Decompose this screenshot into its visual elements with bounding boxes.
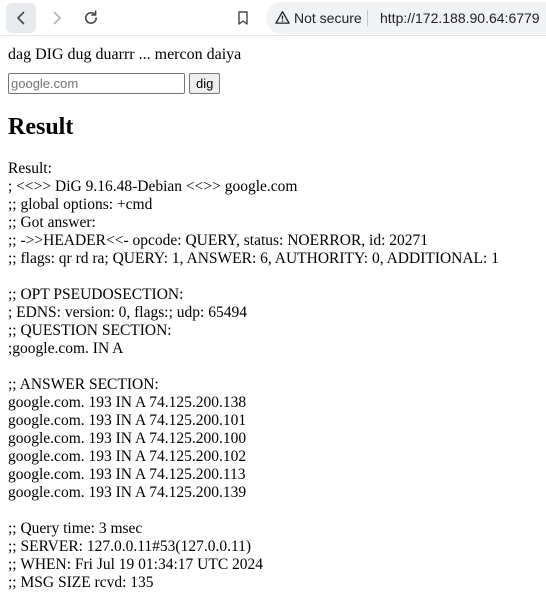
result-line <box>8 502 546 520</box>
result-line: ;; Query time: 3 msec <box>8 520 143 537</box>
result-line: ;; Got answer: <box>8 214 96 231</box>
result-line: ;; global options: +cmd <box>8 196 153 213</box>
arrow-right-icon <box>53 11 61 25</box>
result-line: ;google.com. IN A <box>8 340 124 357</box>
result-line: ;; MSG SIZE rcvd: 135 <box>8 574 154 591</box>
address-separator <box>367 10 368 26</box>
result-line: google.com. 193 IN A 74.125.200.139 <box>8 484 247 501</box>
result-line: google.com. 193 IN A 74.125.200.100 <box>8 430 247 447</box>
result-line: ;; flags: qr rd ra; QUERY: 1, ANSWER: 6,… <box>8 250 499 267</box>
result-line: ;; OPT PSEUDOSECTION: <box>8 286 184 303</box>
domain-input[interactable] <box>8 73 185 94</box>
result-line: google.com. 193 IN A 74.125.200.101 <box>8 412 247 429</box>
result-line: google.com. 193 IN A 74.125.200.113 <box>8 466 246 483</box>
intro-text: dag DIG dug duarrr ... mercon daiya <box>8 46 242 63</box>
result-heading: Result <box>8 114 74 140</box>
reload-button[interactable] <box>76 3 106 33</box>
reload-icon <box>85 10 97 24</box>
bookmark-icon <box>238 11 248 25</box>
bookmark-button[interactable] <box>228 3 258 33</box>
warning-triangle-icon[interactable] <box>275 10 290 25</box>
result-line: google.com. 193 IN A 74.125.200.138 <box>8 394 247 411</box>
dig-form: dig <box>8 73 546 94</box>
forward-button[interactable] <box>42 3 72 33</box>
url-text[interactable]: http://172.188.90.64:6779 <box>380 10 540 26</box>
result-line: ; <<>> DiG 9.16.48-Debian <<>> google.co… <box>8 178 298 195</box>
result-line: ;; ->>HEADER<<- opcode: QUERY, status: N… <box>8 232 429 249</box>
result-line: ; EDNS: version: 0, flags:; udp: 65494 <box>8 304 247 321</box>
result-line: ;; ANSWER SECTION: <box>8 376 159 393</box>
arrow-left-icon <box>17 11 25 25</box>
security-status-label[interactable]: Not secure <box>294 10 362 26</box>
result-line <box>8 358 546 376</box>
page-content: dag DIG dug duarrr ... mercon daiya dig … <box>8 36 546 592</box>
result-output: Result: ; <<>> DiG 9.16.48-Debian <<>> g… <box>8 160 546 592</box>
result-line: ;; QUESTION SECTION: <box>8 322 172 339</box>
result-line: Result: <box>8 160 52 177</box>
back-button[interactable] <box>6 3 36 33</box>
browser-toolbar: Not secure http://172.188.90.64:6779 <box>0 0 546 36</box>
address-bar[interactable]: Not secure http://172.188.90.64:6779 <box>266 2 546 34</box>
result-line: google.com. 193 IN A 74.125.200.102 <box>8 448 247 465</box>
result-line <box>8 268 546 286</box>
dig-button[interactable]: dig <box>189 73 221 94</box>
result-line: ;; SERVER: 127.0.0.11#53(127.0.0.11) <box>8 538 252 555</box>
result-line: ;; WHEN: Fri Jul 19 01:34:17 UTC 2024 <box>8 556 264 573</box>
